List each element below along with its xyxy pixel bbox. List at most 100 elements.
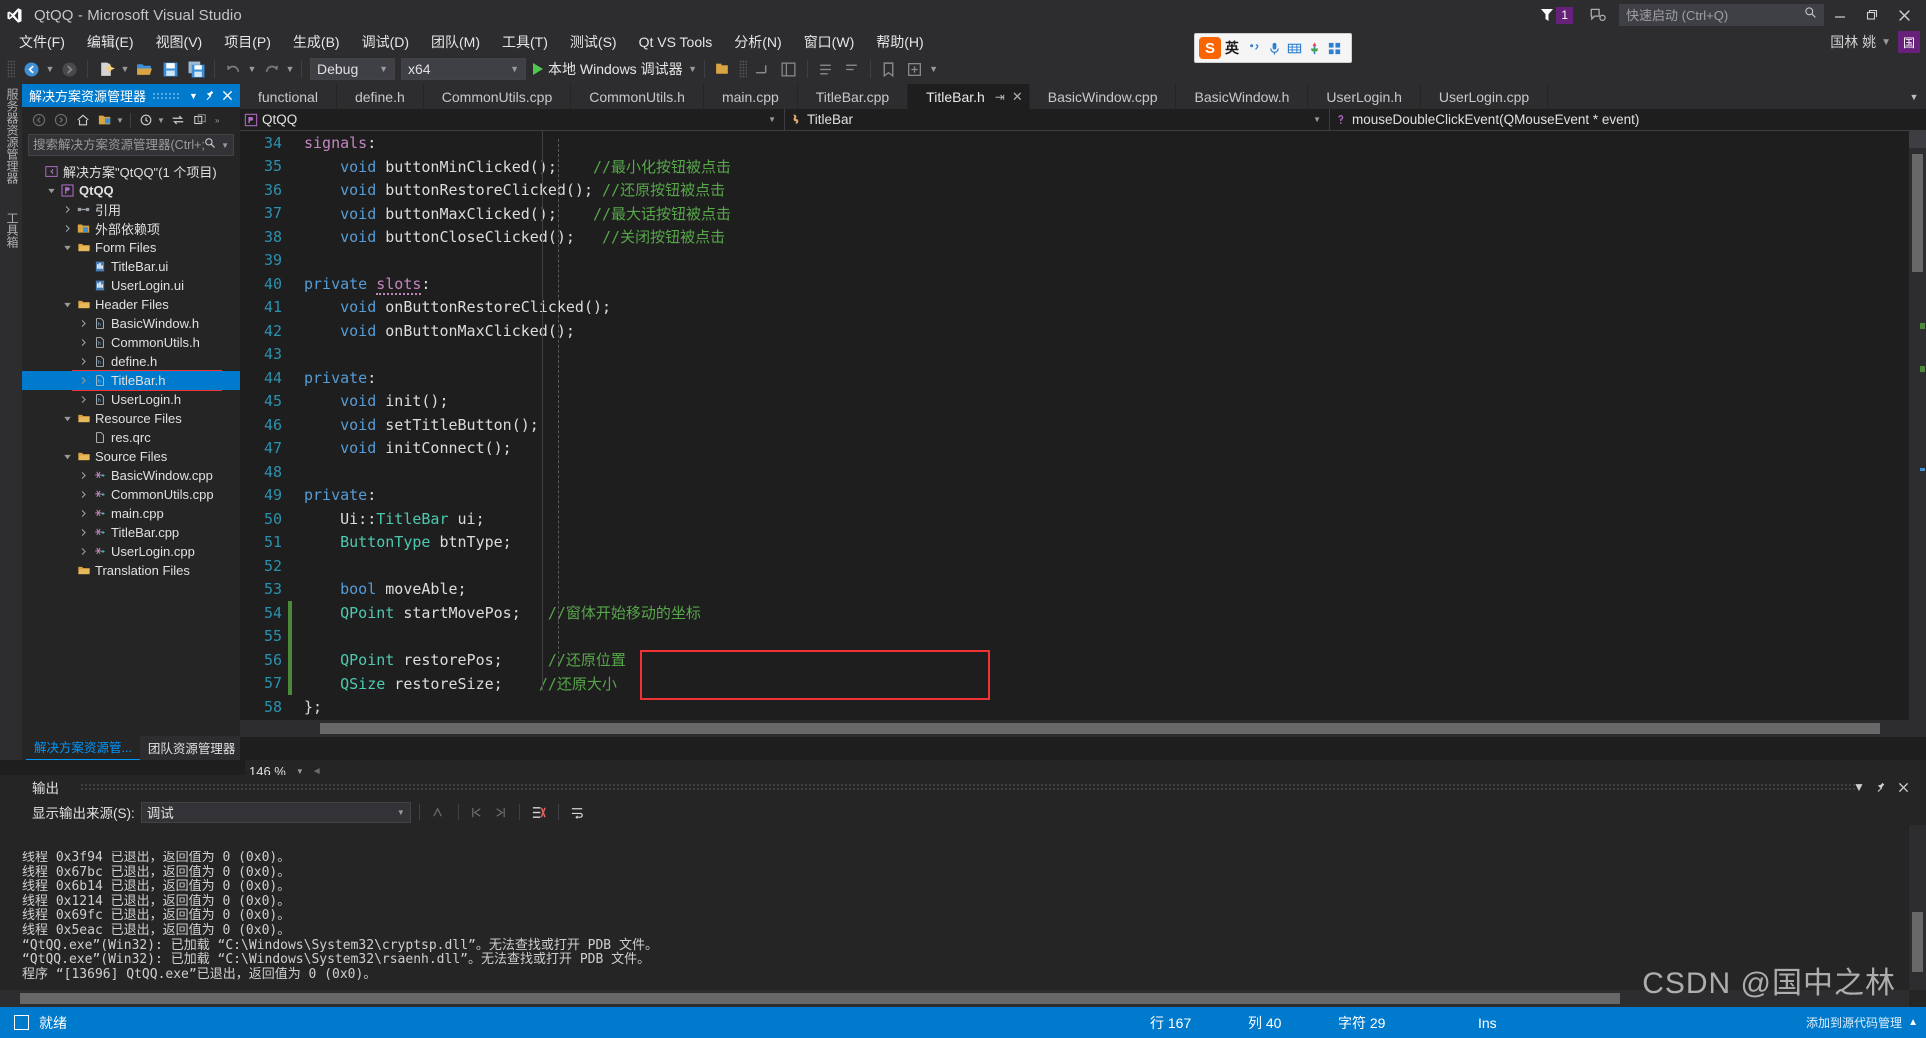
code-line[interactable]: 39 [240, 249, 1926, 273]
scroll-left-button[interactable] [240, 720, 257, 737]
navigate-back-icon[interactable] [18, 57, 44, 81]
chevron-right-icon[interactable] [76, 319, 91, 328]
code-line[interactable]: 54 QPoint startMovePos; //窗体开始移动的坐标 [240, 601, 1926, 625]
tree-node-userlogin-ui[interactable]: UserLogin.ui [22, 276, 240, 295]
editor-tab-basicwindow-h[interactable]: BasicWindow.h [1176, 84, 1309, 109]
chevron-right-icon[interactable] [76, 395, 91, 404]
tree-node-basicwindow-cpp[interactable]: BasicWindow.cpp [22, 466, 240, 485]
overflow-icon[interactable]: » [215, 116, 225, 125]
tree-node-project-qtqq[interactable]: QtQQ [22, 181, 240, 200]
chevron-right-icon[interactable] [76, 547, 91, 556]
quick-launch-input[interactable] [1626, 7, 1804, 23]
code-line[interactable]: 43 [240, 343, 1926, 367]
chevron-right-icon[interactable] [76, 471, 91, 480]
open-file-icon[interactable] [131, 57, 157, 81]
minimize-button[interactable] [1824, 0, 1856, 30]
toolbar-overflow-icon[interactable]: ▼ [928, 57, 940, 81]
chevron-down-icon[interactable]: ▼ [1881, 37, 1891, 48]
chevron-right-icon[interactable] [76, 338, 91, 347]
code-line[interactable]: 53 bool moveAble; [240, 578, 1926, 602]
tree-node-userlogin-cpp[interactable]: UserLogin.cpp [22, 542, 240, 561]
code-line[interactable]: 52 [240, 554, 1926, 578]
tree-node-source-files[interactable]: Source Files [22, 447, 240, 466]
editor-vertical-scrollbar[interactable] [1909, 148, 1926, 720]
code-line[interactable]: 45 void init(); [240, 390, 1926, 414]
send-feedback-icon[interactable] [1589, 6, 1607, 24]
pending-changes-icon[interactable] [135, 109, 157, 131]
output-horizontal-scrollbar[interactable] [0, 990, 1909, 1007]
tree-node-commonutils-cpp[interactable]: CommonUtils.cpp [22, 485, 240, 504]
toolbar-grip[interactable] [7, 60, 15, 78]
restore-button[interactable] [1856, 0, 1888, 30]
code-editor[interactable]: 34 signals: 35 void buttonMinClicked(); //… [240, 131, 1926, 737]
tree-node-titlebar-ui[interactable]: TitleBar.ui [22, 257, 240, 276]
solution-platform-combo[interactable]: x64 ▼ [401, 58, 526, 80]
chevron-down-icon[interactable]: ▼ [221, 141, 229, 150]
pin-icon[interactable] [202, 86, 219, 106]
tree-node-solution[interactable]: 解决方案"QtQQ"(1 个项目) [22, 162, 240, 181]
code-line[interactable]: 37 void buttonMaxClicked(); //最大话按钮被点击 [240, 202, 1926, 226]
chevron-down-icon[interactable]: ▼ [157, 116, 167, 125]
pin-icon[interactable]: ⇥ [995, 90, 1005, 104]
search-input[interactable] [33, 138, 205, 152]
chevron-down-icon[interactable] [60, 300, 75, 309]
menu-team[interactable]: 团队(M) [420, 30, 491, 54]
code-line[interactable]: 44 private: [240, 366, 1926, 390]
tree-node-external-dependencies[interactable]: 外部依赖项 [22, 219, 240, 238]
code-line[interactable]: 35 void buttonMinClicked(); //最小化按钮被点击 [240, 155, 1926, 179]
tree-node-resource-files[interactable]: Resource Files [22, 409, 240, 428]
code-lines-container[interactable]: 34 signals: 35 void buttonMinClicked(); //… [240, 131, 1926, 737]
save-icon[interactable] [157, 57, 183, 81]
chevron-right-icon[interactable] [76, 357, 91, 366]
chevron-down-icon[interactable] [44, 186, 59, 195]
menu-help[interactable]: 帮助(H) [865, 30, 934, 54]
user-account-area[interactable]: 国林 姚 ▼ 国 [1830, 30, 1926, 54]
menu-window[interactable]: 窗口(W) [793, 30, 866, 54]
tree-node-titlebar-h[interactable]: h TitleBar.h [22, 371, 240, 390]
solution-explorer-search[interactable]: ▼ [28, 134, 234, 156]
solution-tree[interactable]: 解决方案"QtQQ"(1 个项目) QtQQ 引用 外部依赖项 Form Files Ti… [22, 160, 240, 738]
drag-dots[interactable] [80, 783, 1856, 791]
output-text[interactable]: 线程 0x3f94 已退出，返回值为 0 (0x0)。 线程 0x67bc 已退出… [22, 851, 1906, 987]
menu-tools[interactable]: 工具(T) [491, 30, 559, 54]
home-icon[interactable] [72, 109, 94, 131]
chevron-down-icon[interactable] [60, 414, 75, 423]
editor-tab-userlogin-cpp[interactable]: UserLogin.cpp [1421, 84, 1549, 109]
scrollbar-thumb[interactable] [1912, 912, 1923, 972]
toolbox-apps-icon[interactable] [1324, 37, 1344, 59]
menu-file[interactable]: 文件(F) [8, 30, 76, 54]
tree-node-res-qrc[interactable]: res.qrc [22, 428, 240, 447]
tree-node-define-h[interactable]: h define.h [22, 352, 240, 371]
menu-build[interactable]: 生成(B) [282, 30, 351, 54]
menu-project[interactable]: 项目(P) [213, 30, 282, 54]
chevron-right-icon[interactable] [76, 376, 91, 385]
tree-node-form-files[interactable]: Form Files [22, 238, 240, 257]
output-vertical-scrollbar[interactable] [1909, 825, 1926, 990]
editor-tab-titlebar-h[interactable]: TitleBar.h ⇥ ✕ [908, 84, 1030, 109]
soft-keyboard-icon[interactable] [1284, 37, 1304, 59]
code-line[interactable]: 56 QPoint restorePos; //还原位置 [240, 648, 1926, 672]
editor-tab-titlebar-cpp[interactable]: TitleBar.cpp [798, 84, 909, 109]
tree-node-commonutils-h[interactable]: h CommonUtils.h [22, 333, 240, 352]
chevron-right-icon[interactable] [76, 528, 91, 537]
pin-icon[interactable] [1872, 778, 1890, 796]
quick-launch-box[interactable] [1619, 4, 1824, 26]
solution-configuration-combo[interactable]: Debug ▼ [310, 58, 395, 80]
start-debugging-caret-icon[interactable]: ▼ [687, 57, 699, 81]
skin-icon[interactable] [1304, 37, 1324, 59]
code-line[interactable]: 36 void buttonRestoreClicked(); //还原按钮被点… [240, 178, 1926, 202]
avatar[interactable]: 国 [1898, 31, 1920, 53]
editor-tab-main-cpp[interactable]: main.cpp [704, 84, 798, 109]
toggle-word-wrap-icon[interactable] [567, 801, 589, 823]
drag-dots[interactable] [152, 91, 179, 100]
menu-debug[interactable]: 调试(D) [351, 30, 420, 54]
tree-node-userlogin-h[interactable]: h UserLogin.h [22, 390, 240, 409]
ime-toolbar[interactable]: S 英 [1194, 33, 1352, 63]
menu-analyze[interactable]: 分析(N) [723, 30, 792, 54]
chevron-right-icon[interactable] [76, 490, 91, 499]
toolbar-grip[interactable] [738, 60, 747, 78]
editor-tab-define-h[interactable]: define.h [337, 84, 424, 109]
navbar-member-combo[interactable]: mouseDoubleClickEvent(QMouseEvent * even… [1330, 109, 1926, 131]
tree-node-header-files[interactable]: Header Files [22, 295, 240, 314]
tree-node-titlebar-cpp[interactable]: TitleBar.cpp [22, 523, 240, 542]
